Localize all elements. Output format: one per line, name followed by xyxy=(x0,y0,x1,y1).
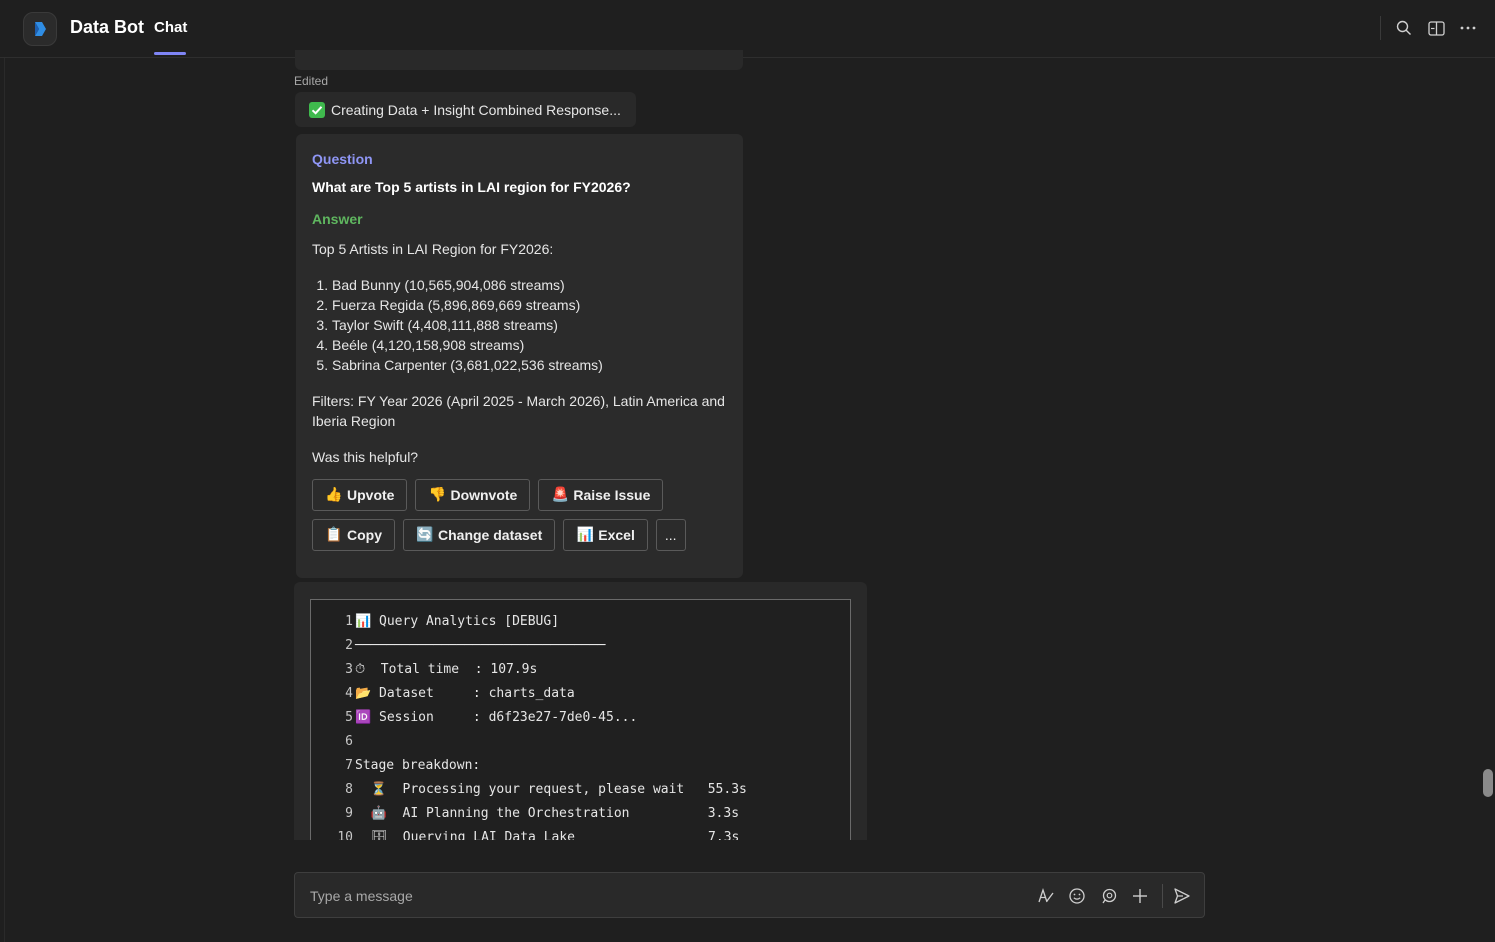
scrollbar-thumb[interactable] xyxy=(1483,769,1493,797)
change-dataset-button[interactable]: 🔄 Change dataset xyxy=(403,519,556,551)
answer-title: Top 5 Artists in LAI Region for FY2026: xyxy=(312,241,554,257)
list-item: Taylor Swift (4,408,111,888 streams) xyxy=(332,315,727,335)
status-message: Creating Data + Insight Combined Respons… xyxy=(295,92,636,127)
debug-card: 1 📊 Query Analytics [DEBUG] 2 ────────────… xyxy=(294,582,867,840)
send-icon[interactable] xyxy=(1171,885,1193,907)
code-line: 9 🤖 AI Planning the Orchestration 3.3s xyxy=(345,806,740,821)
emoji-icon[interactable] xyxy=(1066,885,1088,907)
code-line: 1 📊 Query Analytics [DEBUG] xyxy=(345,614,560,629)
left-rail xyxy=(0,58,5,942)
more-actions-button[interactable]: ... xyxy=(655,519,686,551)
tab-chat[interactable]: Chat xyxy=(154,19,187,36)
list-item: Sabrina Carpenter (3,681,022,536 streams… xyxy=(332,355,727,375)
thumbs-up-icon: 👍 xyxy=(325,487,343,503)
artist-list: Bad Bunny (10,565,904,086 streams) Fuerz… xyxy=(312,275,727,375)
question-label: Question xyxy=(312,151,373,167)
message-composer xyxy=(294,872,1205,918)
excel-button[interactable]: 📊 Excel xyxy=(563,519,648,551)
loop-icon[interactable] xyxy=(1098,885,1120,907)
status-text: Creating Data + Insight Combined Respons… xyxy=(331,101,621,118)
code-line: 5 🆔 Session : d6f23e27-7de0-45... xyxy=(345,710,638,725)
list-item: Fuerza Regida (5,896,869,669 streams) xyxy=(332,295,727,315)
code-line: 10 🗄 Querying LAI Data Lake 7.3s xyxy=(337,830,740,840)
app-header: Data Bot Chat xyxy=(0,0,1495,58)
thumbs-down-icon: 👎 xyxy=(428,487,447,503)
upvote-button[interactable]: 👍 Upvote xyxy=(312,479,408,511)
active-tab-indicator xyxy=(154,52,186,55)
filters-text: Filters: FY Year 2026 (April 2025 - Marc… xyxy=(312,393,725,429)
search-icon[interactable] xyxy=(1393,17,1415,39)
edited-label: Edited xyxy=(294,74,329,88)
feedback-buttons: 👍 Upvote 👎 Downvote 🚨 Raise Issue xyxy=(312,479,727,511)
list-item: Bad Bunny (10,565,904,086 streams) xyxy=(332,275,727,295)
raise-issue-button[interactable]: 🚨 Raise Issue xyxy=(538,479,664,511)
message-input[interactable] xyxy=(308,883,1012,909)
popout-icon[interactable] xyxy=(1425,17,1447,39)
refresh-icon: 🔄 xyxy=(416,527,434,543)
debug-code-block: 1 📊 Query Analytics [DEBUG] 2 ────────────… xyxy=(310,599,851,840)
code-line: 6 xyxy=(345,734,353,749)
previous-message xyxy=(295,50,743,70)
code-line: 4 📂 Dataset : charts_data xyxy=(345,686,575,701)
answer-card: Question What are Top 5 artists in LAI r… xyxy=(296,134,743,578)
alert-siren-icon: 🚨 xyxy=(551,487,570,503)
composer-divider xyxy=(1162,884,1163,908)
plus-icon[interactable] xyxy=(1129,885,1151,907)
helpful-prompt: Was this helpful? xyxy=(312,449,419,465)
copy-button[interactable]: 📋 Copy xyxy=(312,519,395,551)
header-divider xyxy=(1380,16,1381,40)
format-icon[interactable] xyxy=(1035,885,1057,907)
code-line: 2 ──────────────────────────────── xyxy=(345,638,606,653)
app-logo-icon[interactable] xyxy=(23,12,57,46)
code-line: 3 ⏱ Total time : 107.9s xyxy=(345,662,538,677)
question-text: What are Top 5 artists in LAI region for… xyxy=(312,179,631,195)
answer-label: Answer xyxy=(312,211,363,227)
code-line: 7 Stage breakdown: xyxy=(345,758,481,773)
action-buttons: 📋 Copy 🔄 Change dataset 📊 Excel ... xyxy=(312,519,727,551)
code-line: 8 ⏳ Processing your request, please wait… xyxy=(345,782,747,797)
app-title: Data Bot xyxy=(70,17,145,37)
more-options-icon[interactable] xyxy=(1457,17,1479,39)
bar-chart-icon: 📊 xyxy=(576,527,594,543)
list-item: Beéle (4,120,158,908 streams) xyxy=(332,335,727,355)
downvote-button[interactable]: 👎 Downvote xyxy=(415,479,531,511)
clipboard-icon: 📋 xyxy=(325,527,343,543)
check-icon xyxy=(309,101,325,118)
